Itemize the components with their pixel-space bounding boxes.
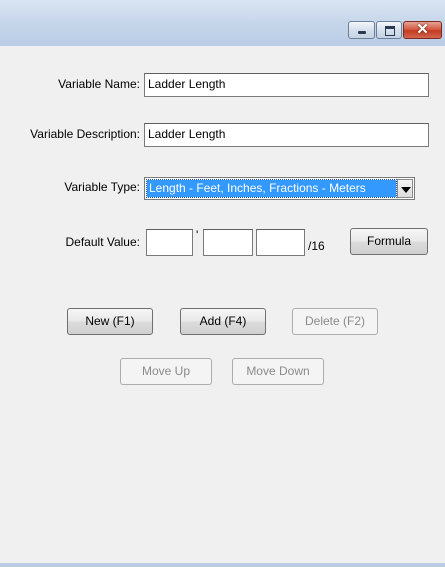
variable-type-label: Variable Type: xyxy=(64,180,140,194)
window-bottom-edge xyxy=(0,563,445,567)
default-feet-input[interactable] xyxy=(146,229,193,256)
maximize-icon xyxy=(385,26,395,36)
default-inches-input[interactable] xyxy=(203,229,253,256)
variable-description-label: Variable Description: xyxy=(30,127,140,141)
variable-type-selected: Length - Feet, Inches, Fractions - Meter… xyxy=(146,179,397,198)
variable-description-input[interactable]: Ladder Length xyxy=(144,123,429,147)
delete-button[interactable]: Delete (F2) xyxy=(292,308,378,335)
minimize-icon xyxy=(358,31,366,34)
minimize-button[interactable] xyxy=(348,21,375,39)
default-fraction-input[interactable] xyxy=(256,229,305,256)
move-down-button[interactable]: Move Down xyxy=(232,358,324,385)
move-up-button[interactable]: Move Up xyxy=(120,358,212,385)
add-button[interactable]: Add (F4) xyxy=(180,308,266,335)
formula-button[interactable]: Formula xyxy=(350,228,428,255)
title-bar[interactable]: ✕ xyxy=(0,0,445,46)
default-value-label: Default Value: xyxy=(65,235,141,249)
variable-name-label: Variable Name: xyxy=(58,77,140,91)
feet-mark: ' xyxy=(196,228,199,242)
close-button[interactable]: ✕ xyxy=(403,21,442,39)
variable-type-select[interactable]: Length - Feet, Inches, Fractions - Meter… xyxy=(144,177,415,200)
variable-name-input[interactable]: Ladder Length xyxy=(144,73,429,97)
chevron-down-icon[interactable] xyxy=(397,179,413,198)
new-button[interactable]: New (F1) xyxy=(67,308,153,335)
fraction-denominator-label: /16 xyxy=(308,239,325,253)
close-icon: ✕ xyxy=(416,21,429,38)
maximize-button[interactable] xyxy=(376,21,402,39)
